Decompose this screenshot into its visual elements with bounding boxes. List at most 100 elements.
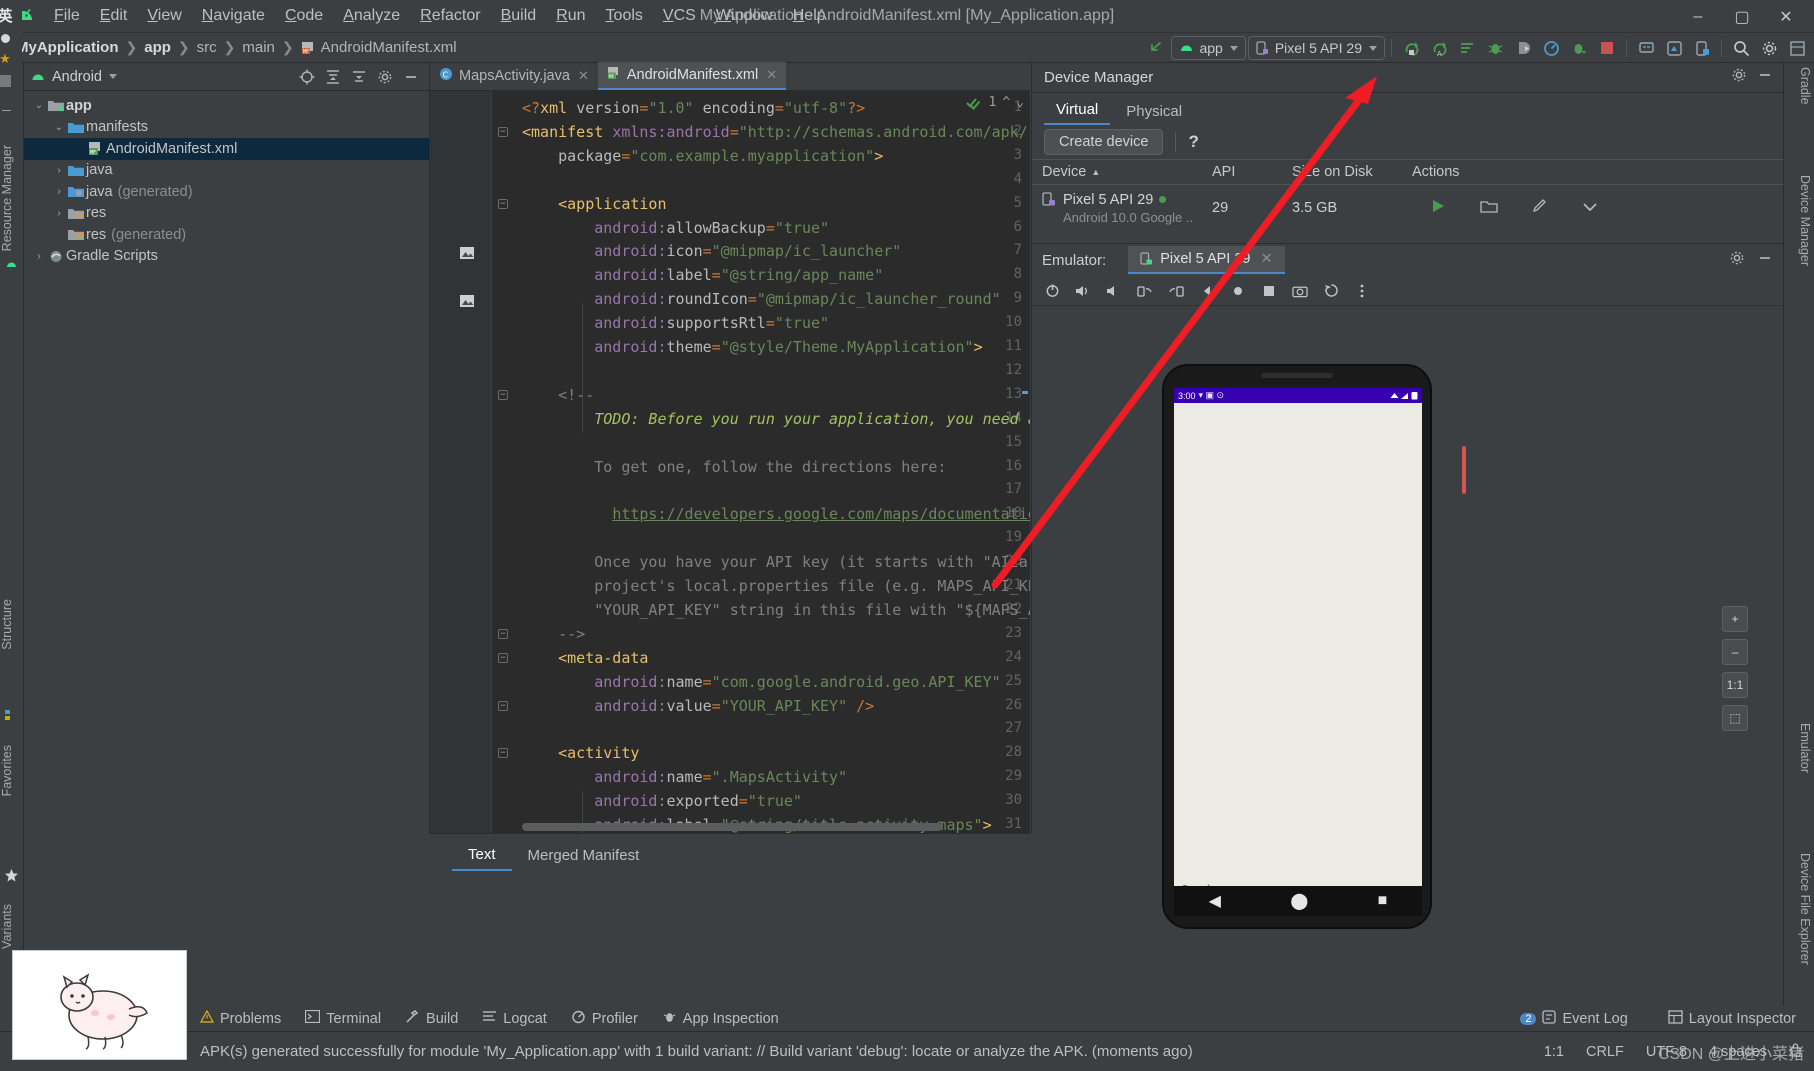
code-fold-marker[interactable]: − xyxy=(498,198,508,209)
stop-icon[interactable] xyxy=(1594,36,1620,60)
layout-editor-icon[interactable] xyxy=(1784,36,1810,60)
breadcrumb-item-3[interactable]: main xyxy=(238,38,279,57)
rotate-left-icon[interactable] xyxy=(1137,283,1153,299)
search-icon[interactable] xyxy=(1728,36,1754,60)
line-separator[interactable]: CRLF xyxy=(1586,1044,1624,1060)
tree-expander-icon[interactable]: › xyxy=(52,185,66,199)
inspection-widget[interactable]: 1 ^ ⌄ xyxy=(965,95,1024,110)
code-fold-marker[interactable]: − xyxy=(498,389,508,400)
column-header-actions[interactable]: Actions xyxy=(1402,164,1602,180)
menu-item-vcs[interactable]: VCS xyxy=(653,4,706,28)
tool-window-left-group[interactable]: Problems Terminal Build Logcat Profiler App I… xyxy=(190,1008,789,1030)
zoom-out-button[interactable]: – xyxy=(1722,639,1748,665)
history-icon[interactable] xyxy=(1323,283,1339,299)
minimize-button[interactable]: – xyxy=(1676,0,1720,33)
tool-window-app-inspection[interactable]: App Inspection xyxy=(652,1008,789,1030)
menu-item-run[interactable]: Run xyxy=(546,4,595,28)
sidebar-item-variants[interactable]: Variants xyxy=(0,898,24,955)
tree-item-res[interactable]: res (generated) xyxy=(24,224,429,246)
volume-up-icon[interactable] xyxy=(1075,283,1091,299)
code-fold-marker[interactable]: − xyxy=(498,126,508,137)
tool-window-logcat[interactable]: Logcat xyxy=(472,1008,557,1029)
tool-window-problems[interactable]: Problems xyxy=(190,1008,291,1030)
sdk-manager-icon[interactable] xyxy=(1661,36,1687,60)
bookmark-icon[interactable] xyxy=(4,257,20,273)
tree-item-gradle-scripts[interactable]: › Gradle Scripts xyxy=(24,246,429,268)
tree-expander-icon[interactable]: › xyxy=(52,206,66,220)
rotate-right-icon[interactable] xyxy=(1168,283,1184,299)
tree-item-java[interactable]: › java xyxy=(24,160,429,182)
map-surface[interactable]: Google xyxy=(1174,403,1422,888)
image-preview-gutter-icon[interactable] xyxy=(460,293,474,308)
emulator-header-actions[interactable] xyxy=(1729,250,1783,271)
zoom-actual-size-button[interactable]: 1:1 xyxy=(1722,672,1748,698)
breadcrumb-item-4[interactable]: MF AndroidManifest.xml xyxy=(297,38,461,57)
code-fold-marker[interactable]: − xyxy=(498,748,508,759)
column-header-api[interactable]: API xyxy=(1202,164,1282,180)
close-button[interactable]: ✕ xyxy=(1764,0,1808,33)
emulator-device-tab[interactable]: Pixel 5 API 29 ✕ xyxy=(1128,246,1285,274)
editor-tab-mapsactivity-java[interactable]: C MapsActivity.java ✕ xyxy=(430,62,598,90)
maximize-button[interactable]: ▢ xyxy=(1720,0,1764,33)
dropdown-caret-icon[interactable] xyxy=(1582,200,1598,216)
apply-changes-icon[interactable] xyxy=(1398,36,1424,60)
sidebar-item-device-file-explorer[interactable]: Device File Explorer xyxy=(1786,853,1812,965)
device-manager-tabs[interactable]: Virtual Physical xyxy=(1032,93,1783,125)
caret-position[interactable]: 1:1 xyxy=(1544,1044,1564,1060)
apply-code-changes-icon[interactable]: A xyxy=(1426,36,1452,60)
column-header-size[interactable]: Size on Disk xyxy=(1282,164,1402,180)
gear-icon[interactable] xyxy=(1729,250,1745,271)
minimize-icon[interactable] xyxy=(1757,67,1773,88)
column-header-device[interactable]: Device ▲ xyxy=(1032,164,1202,180)
ime-language-label[interactable]: 英 xyxy=(0,5,13,26)
overview-icon[interactable] xyxy=(1261,283,1277,299)
screenshot-icon[interactable] xyxy=(1292,283,1308,299)
expand-all-icon[interactable] xyxy=(324,68,341,85)
avd-manager-icon[interactable] xyxy=(1633,36,1659,60)
edit-pencil-icon[interactable] xyxy=(1532,198,1548,218)
window-controls[interactable]: – ▢ ✕ xyxy=(1676,0,1808,33)
profile-debug-icon[interactable] xyxy=(1566,36,1592,60)
sidebar-item-gradle[interactable]: Gradle xyxy=(1786,67,1812,105)
breadcrumb-item-2[interactable]: src xyxy=(193,38,221,57)
menu-item-tools[interactable]: Tools xyxy=(596,4,653,28)
tree-item-androidmanifest-xml[interactable]: MF AndroidManifest.xml xyxy=(24,138,429,160)
ime-favorite-icon[interactable]: ★ xyxy=(0,51,11,67)
device-manager-actions[interactable]: Create device ? xyxy=(1032,125,1783,159)
tree-expander-icon[interactable] xyxy=(72,142,86,156)
close-icon[interactable]: ✕ xyxy=(578,68,589,84)
menu-item-analyze[interactable]: Analyze xyxy=(333,4,410,28)
main-toolbar[interactable]: app Pixel 5 API 29 A xyxy=(1143,33,1810,63)
profiler-icon[interactable] xyxy=(1538,36,1564,60)
tool-window-profiler[interactable]: Profiler xyxy=(561,1008,648,1030)
breadcrumb[interactable]: MyApplication ❯ app ❯ src ❯ main ❯ MF AndroidMani… xyxy=(12,38,461,57)
menu-item-file[interactable]: File xyxy=(44,4,90,28)
tree-expander-icon[interactable] xyxy=(52,228,66,242)
menu-item-build[interactable]: Build xyxy=(491,4,547,28)
minimize-icon[interactable] xyxy=(1757,250,1773,271)
next-problem-icon[interactable]: ⌄ xyxy=(1016,95,1024,110)
ime-toolbar[interactable]: 英 ★ xyxy=(0,0,22,110)
star-icon[interactable] xyxy=(4,868,20,884)
code-editor[interactable]: 1 2 3 4 5 6 7 8 9 10 11 12 13 14 15 16 17 18 19 20 21 22 23 24 2… xyxy=(430,91,1030,833)
nav-home-button[interactable]: ⬤ xyxy=(1290,891,1308,911)
tree-expander-icon[interactable]: ⌄ xyxy=(32,99,46,113)
more-icon[interactable] xyxy=(1354,283,1370,299)
tool-window-terminal[interactable]: Terminal xyxy=(295,1008,391,1029)
menu-item-refactor[interactable]: Refactor xyxy=(410,4,490,28)
project-tree[interactable]: ⌄ app ⌄ manifests MF AndroidManifest.xml › java… xyxy=(24,91,429,267)
attach-debugger-icon[interactable] xyxy=(1510,36,1536,60)
nav-recents-button[interactable]: ■ xyxy=(1378,892,1388,910)
module-selector[interactable]: app xyxy=(1171,36,1246,60)
sidebar-item-device-manager[interactable]: Device Manager xyxy=(1786,175,1812,266)
emulator-toolbar[interactable] xyxy=(1032,276,1783,306)
sidebar-item-emulator[interactable]: Emulator xyxy=(1786,723,1812,773)
sidebar-item-resource-manager[interactable]: Resource Manager xyxy=(0,139,24,257)
back-arrow-icon[interactable] xyxy=(1143,36,1169,60)
gear-icon[interactable] xyxy=(1756,36,1782,60)
debug-icon[interactable] xyxy=(1482,36,1508,60)
project-panel-actions[interactable] xyxy=(298,68,423,85)
nav-back-button[interactable]: ◀ xyxy=(1209,891,1221,911)
right-tool-strip[interactable]: Gradle Device Manager Emulator Device Fi… xyxy=(1783,63,1814,1006)
folder-icon[interactable] xyxy=(1480,199,1498,218)
